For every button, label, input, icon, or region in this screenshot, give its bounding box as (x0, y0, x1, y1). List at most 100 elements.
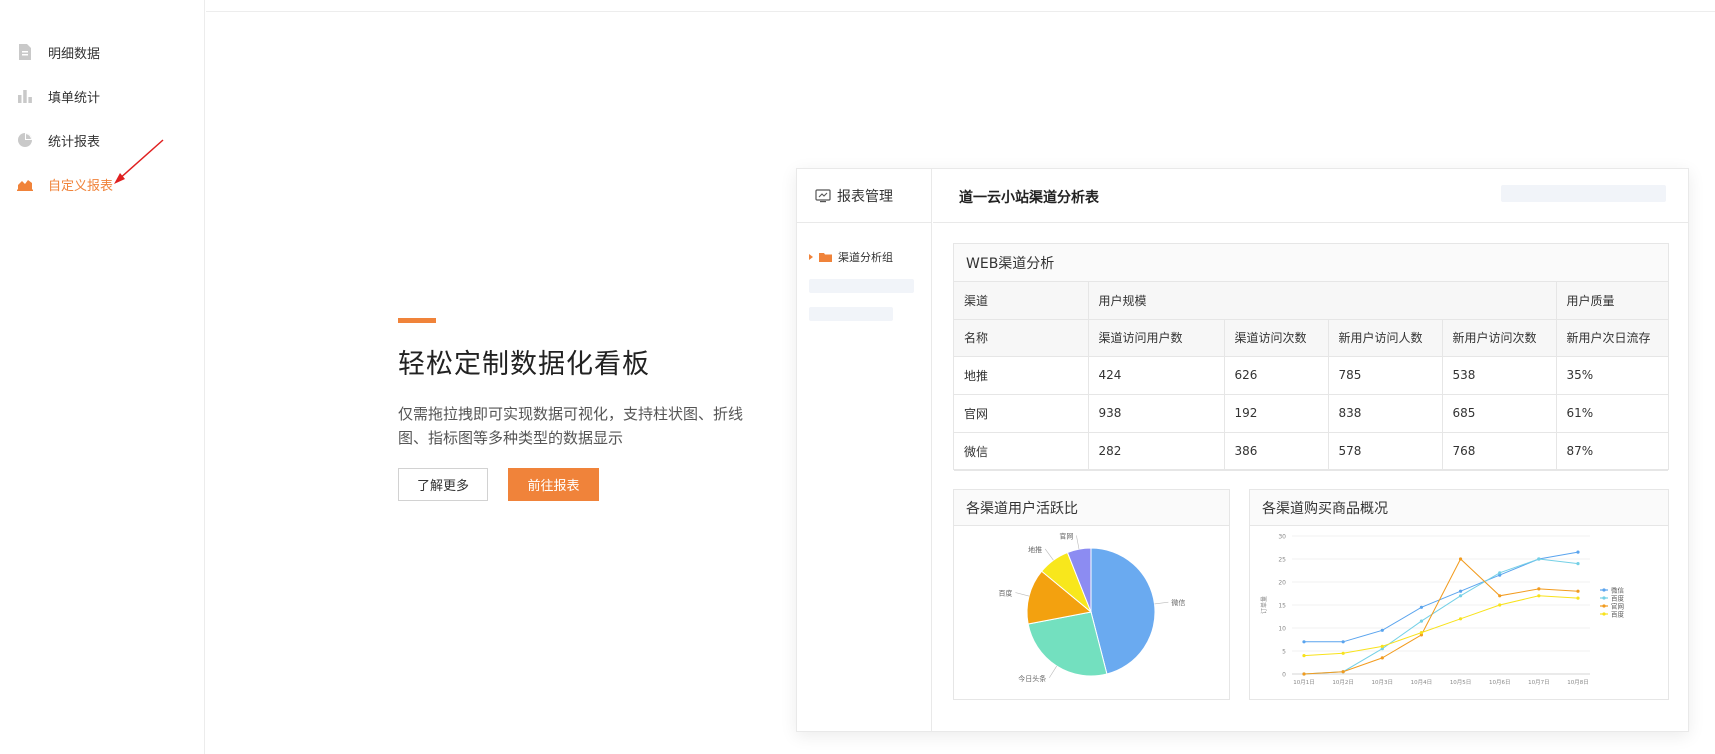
legend-marker (1602, 612, 1606, 616)
table-cell: 微信 (954, 431, 1089, 471)
series-point (1498, 571, 1502, 575)
placeholder-bar (1501, 185, 1666, 202)
series-point (1458, 594, 1463, 598)
table-cell: 768 (1441, 431, 1557, 471)
placeholder-bar (809, 279, 914, 293)
table-cell: 386 (1223, 431, 1329, 471)
y-tick-label: 20 (1278, 580, 1286, 587)
y-tick-label: 0 (1282, 672, 1286, 679)
table-column-header: 渠道访问次数 (1223, 318, 1329, 357)
accent-bar (398, 318, 436, 323)
series-point (1498, 594, 1502, 598)
sidebar-item-form-stats[interactable]: 填单统计 (16, 82, 100, 110)
table-column-header: 新用户访问次数 (1441, 318, 1557, 357)
x-tick-label: 10月6日 (1489, 679, 1511, 686)
pie-label-line (1076, 535, 1080, 550)
line-chart-panel: 各渠道购买商品概况 0 5 10 15 20 25 30 10月1日 10月2日 10月3日 10月… (1249, 489, 1669, 700)
series-point (1458, 617, 1463, 621)
channel-table-panel: WEB渠道分析 渠道 用户规模 用户质量 名称 渠道访问用户数 渠道访问次数 新… (953, 243, 1669, 471)
table-column-header: 名称 (954, 318, 1089, 357)
series-line (1303, 558, 1579, 675)
x-tick-label: 10月4日 (1411, 679, 1433, 686)
table-cell: 192 (1223, 393, 1329, 433)
caret-right-icon (809, 254, 813, 260)
table-group-header: 用户质量 (1555, 282, 1669, 320)
series-point (1537, 587, 1541, 591)
series-point (1302, 654, 1306, 658)
tree-folder-label: 渠道分析组 (838, 251, 893, 264)
x-tick-label: 10月5日 (1450, 679, 1472, 686)
pie-label-line (1044, 548, 1054, 561)
series-point (1498, 603, 1502, 607)
pie-chart-icon (16, 131, 34, 149)
table-cell: 官网 (954, 393, 1089, 433)
x-tick-label: 10月3日 (1372, 679, 1394, 686)
series-point (1576, 596, 1580, 600)
sidebar-item-label: 填单统计 (48, 90, 101, 106)
learn-more-button[interactable]: 了解更多 (398, 468, 488, 501)
series-point (1458, 589, 1463, 593)
y-tick-label: 5 (1282, 649, 1286, 656)
series-point (1576, 562, 1580, 566)
pie-slice-label: 今日头条 (1018, 674, 1046, 683)
red-arrow-annotation (114, 139, 164, 184)
y-tick-label: 25 (1278, 557, 1286, 564)
table-column-header: 新用户次日流存 (1555, 318, 1669, 357)
series-point (1537, 594, 1541, 598)
x-tick-label: 10月2日 (1332, 679, 1354, 686)
y-tick-label: 30 (1278, 534, 1286, 541)
tree-folder-channel[interactable]: 渠道分析组 (809, 249, 893, 265)
table-header-row: 名称 渠道访问用户数 渠道访问次数 新用户访问人数 新用户访问次数 新用户次日流… (954, 318, 1669, 357)
table-row: 地推 424 626 785 538 35% (954, 355, 1669, 395)
pie-slice-label: 百度 (998, 589, 1012, 598)
table-cell: 938 (1087, 393, 1225, 433)
pie-chart: 微信今日头条 百度 地推 官网 (998, 531, 1185, 683)
pie-chart-title: 各渠道用户活跃比 (954, 490, 1229, 526)
sidebar: 明细数据 填单统计 统计报表 自定义报表 (0, 0, 205, 754)
report-header: 道一云小站渠道分析表 (933, 169, 1688, 223)
top-divider (206, 11, 1715, 12)
series-point (1302, 672, 1306, 676)
pie-slice-label: 微信 (1171, 598, 1185, 607)
sidebar-item-label: 统计报表 (48, 134, 101, 150)
table-cell: 地推 (954, 355, 1089, 395)
series-point (1576, 589, 1580, 593)
sidebar-item-label: 自定义报表 (48, 178, 114, 194)
table-cell: 626 (1223, 355, 1329, 395)
series-point (1341, 640, 1345, 644)
sidebar-item-detail-data[interactable]: 明细数据 (16, 38, 100, 66)
y-tick-label: 10 (1278, 626, 1286, 633)
report-manage-header: 报表管理 (797, 169, 931, 223)
table-group-header-row: 渠道 用户规模 用户质量 (954, 282, 1669, 320)
report-preview-card: 报表管理 渠道分析组 道一云小站渠道分析表 WEB渠道分析 渠道 用户规模 用户… (796, 168, 1689, 732)
pie-label-line (1048, 665, 1057, 679)
table-column-header: 新用户访问人数 (1327, 318, 1443, 357)
series-point (1380, 628, 1384, 632)
x-tick-label: 10月8日 (1567, 679, 1589, 686)
table-column-header: 渠道访问用户数 (1087, 318, 1225, 357)
legend-label: 百度 (1611, 594, 1625, 603)
series-point (1419, 605, 1424, 609)
pie-chart-panel: 各渠道用户活跃比 微信今日头条 百度 地推 官网 (953, 489, 1230, 700)
series-point (1341, 670, 1345, 674)
report-tree-panel: 报表管理 渠道分析组 (797, 169, 932, 731)
pie-slice-label: 地推 (1028, 545, 1042, 554)
promo-title: 轻松定制数据化看板 (398, 349, 650, 380)
series-point (1458, 557, 1463, 561)
pie-label-line (1154, 601, 1169, 605)
table-cell: 538 (1441, 355, 1557, 395)
sidebar-item-stat-report[interactable]: 统计报表 (16, 126, 100, 154)
table-row: 官网 938 192 838 685 61% (954, 393, 1669, 433)
table-cell: 282 (1087, 431, 1225, 471)
go-report-button[interactable]: 前往报表 (508, 468, 599, 501)
x-tick-label: 10月7日 (1528, 679, 1550, 686)
channel-table: 渠道 用户规模 用户质量 名称 渠道访问用户数 渠道访问次数 新用户访问人数 新… (954, 282, 1669, 471)
sidebar-item-custom-report[interactable]: 自定义报表 (16, 170, 113, 198)
legend-marker (1602, 596, 1606, 600)
series-point (1380, 656, 1384, 660)
pie-slice-label: 官网 (1059, 531, 1073, 540)
legend-label: 官网 (1611, 602, 1624, 611)
series-point (1341, 651, 1345, 655)
document-icon (16, 43, 34, 61)
series-point (1419, 619, 1424, 623)
